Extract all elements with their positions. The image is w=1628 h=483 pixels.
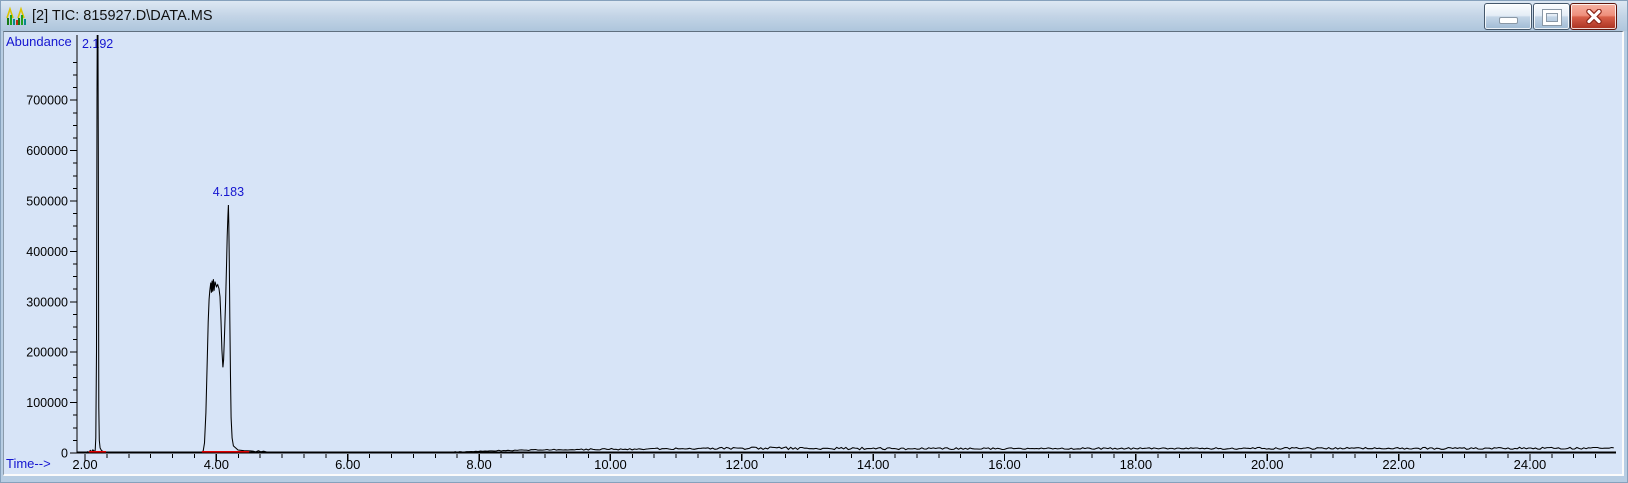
x-axis-tick-label: 12.00 [726,457,759,472]
x-axis-tick-label: 22.00 [1382,457,1415,472]
chemstation-window: [2] TIC: 815927.D\DATA.MS Abundance Time… [0,0,1628,483]
close-icon [1585,9,1602,24]
x-axis-tick-label: 4.00 [204,457,229,472]
y-axis-tick-label: 200000 [26,346,68,360]
x-axis-tick-label: 18.00 [1120,457,1153,472]
y-axis-tick-label: 500000 [26,195,68,209]
x-axis-tick-label: 14.00 [857,457,890,472]
y-axis-tick-label: 600000 [26,144,68,158]
x-axis-tick-label: 6.00 [335,457,360,472]
chromatogram-icon [6,5,28,27]
minimize-icon [1498,16,1518,24]
y-axis-tick-label: 300000 [26,295,68,309]
close-button[interactable] [1570,3,1617,30]
window-title: [2] TIC: 815927.D\DATA.MS [32,8,213,24]
x-axis-tick-label: 24.00 [1514,457,1547,472]
tic-chromatogram: 2.1924.183010000020000030000040000050000… [26,35,1616,472]
x-axis-tick-label: 10.00 [594,457,627,472]
y-axis-tick-label: 100000 [26,396,68,410]
chromatogram-plot-area[interactable]: Abundance Time--> 2.192 4.183 0 100000 20000… [3,31,1624,476]
y-axis-tick-label: 400000 [26,245,68,259]
y-axis-tick-label: 0 [61,447,68,461]
x-axis-tick-label: 16.00 [988,457,1021,472]
y-axis-tick-label: 700000 [26,94,68,108]
x-axis-tick-label: 20.00 [1251,457,1284,472]
x-axis-tick-label: 2.00 [72,457,97,472]
maximize-icon [1542,9,1561,25]
minimize-button[interactable] [1484,3,1532,30]
peak-label: 4.183 [213,185,244,199]
maximize-button[interactable] [1533,3,1570,30]
tic-trace [77,35,1614,454]
titlebar[interactable]: [2] TIC: 815927.D\DATA.MS [1,1,1627,31]
x-axis-tick-label: 8.00 [466,457,491,472]
